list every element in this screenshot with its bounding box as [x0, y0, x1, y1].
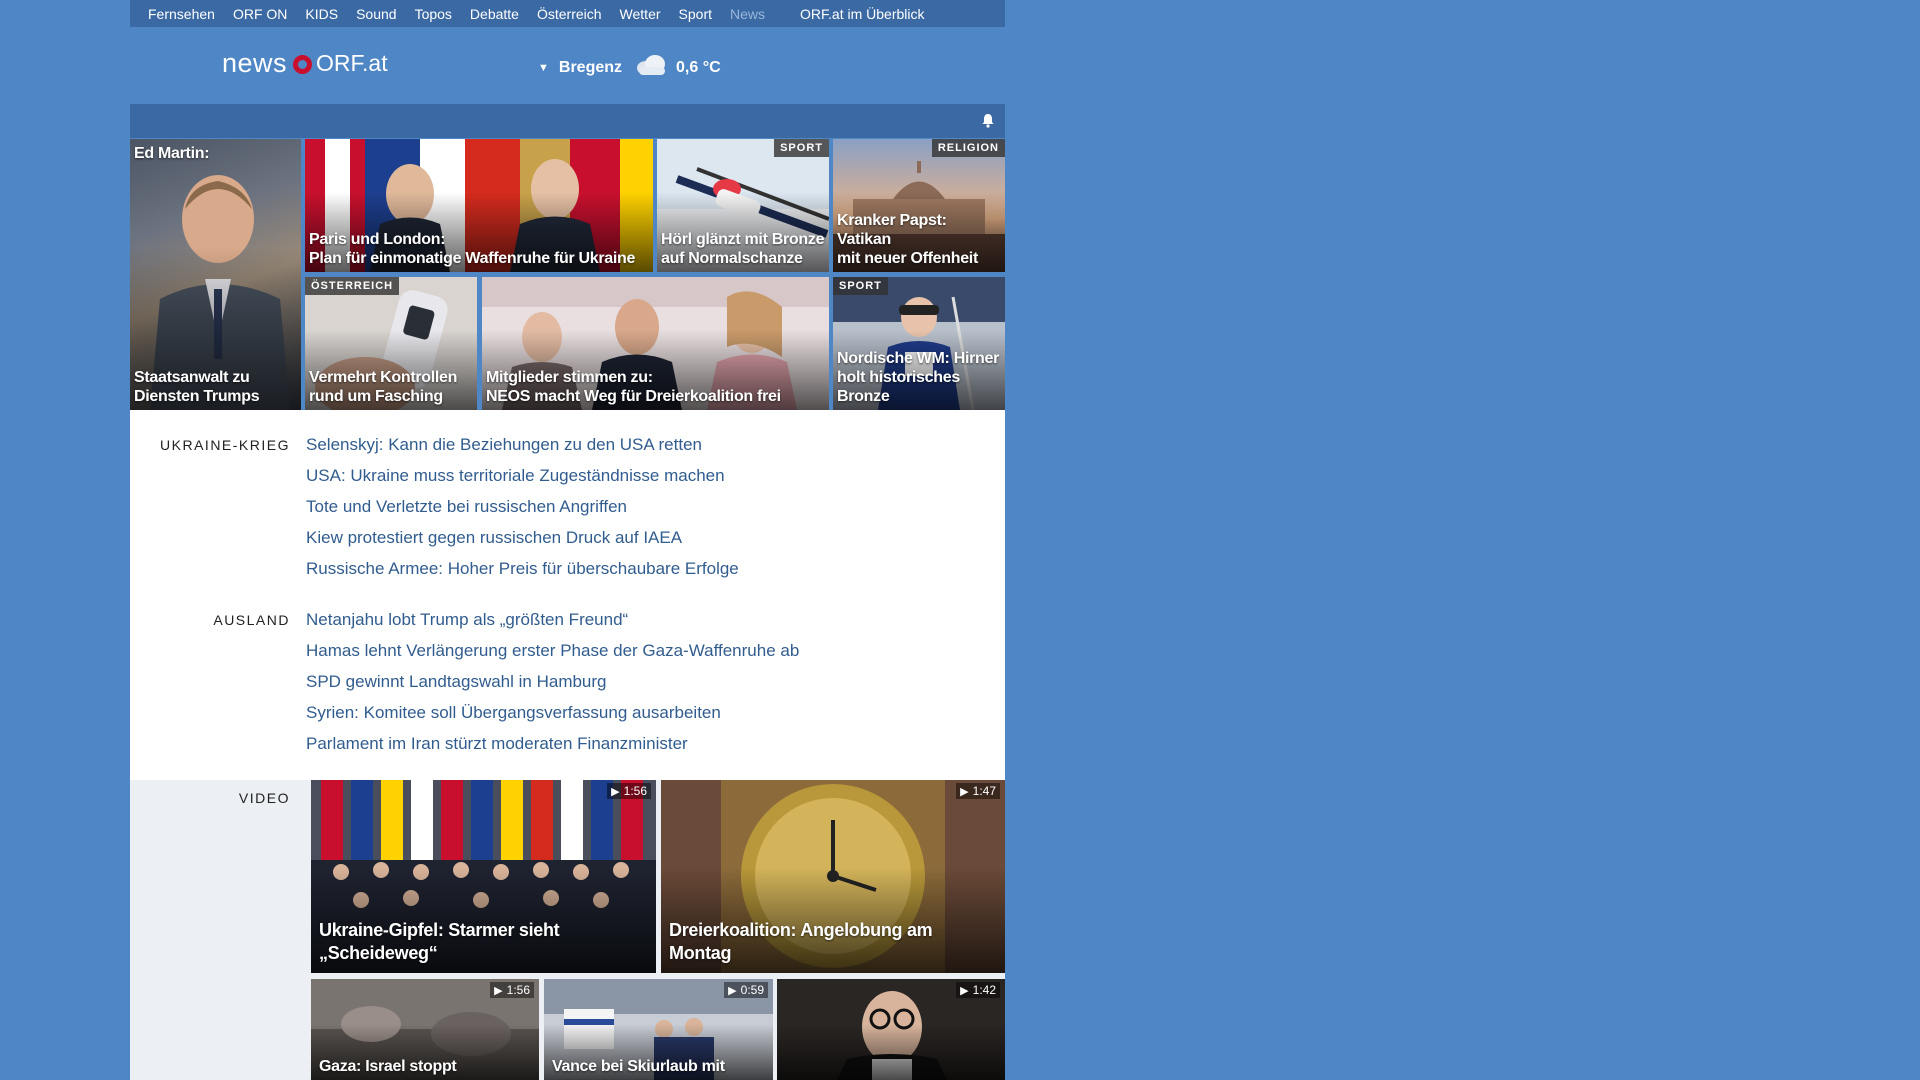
list-item: Hamas lehnt Verlängerung erster Phase de… [306, 641, 799, 672]
duration-text: 1:42 [972, 983, 996, 997]
story-tile-kontrollen[interactable]: ÖSTERREICH Vermehrt Kontrollen rund um F… [305, 277, 477, 410]
tile-caption: Mitglieder stimmen zu: NEOS macht Weg fü… [486, 369, 781, 405]
tile-caption: Staatsanwalt zu Diensten Trumps [134, 369, 260, 405]
play-icon: ▶ [728, 984, 737, 997]
headline-link[interactable]: Russische Armee: Hoher Preis für übersch… [306, 559, 739, 578]
video-tile-ukraine-gipfel[interactable]: ▶ 1:56 Ukraine-Gipfel: Starmer sieht „Sch… [311, 780, 656, 973]
nav-debatte[interactable]: Debatte [470, 6, 519, 22]
duration-text: 1:56 [506, 983, 530, 997]
video-tile-3[interactable]: ▶ 1:42 [777, 979, 1005, 1080]
nav-fernsehen[interactable]: Fernsehen [148, 6, 215, 22]
nav-sound[interactable]: Sound [356, 6, 396, 22]
headline-link[interactable]: Kiew protestiert gegen russischen Druck … [306, 528, 682, 547]
headline-link[interactable]: Netanjahu lobt Trump als „größten Freund… [306, 610, 628, 629]
headline-link[interactable]: USA: Ukraine muss territoriale Zugeständ… [306, 466, 725, 485]
video-duration: ▶ 1:56 [607, 783, 651, 799]
nav-orf-on[interactable]: ORF ON [233, 6, 287, 22]
list-item: Parlament im Iran stürzt moderaten Finan… [306, 734, 799, 765]
section-label: VIDEO [238, 790, 290, 806]
story-tile-hoerl[interactable]: SPORT Hörl glänzt mit Bronze auf Normals… [657, 139, 829, 272]
video-caption: Gaza: Israel stoppt [319, 1058, 457, 1075]
category-badge: RELIGION [931, 139, 1005, 157]
headline-link[interactable]: Syrien: Komitee soll Übergangsverfassung… [306, 703, 721, 722]
video-duration: ▶ 0:59 [724, 982, 768, 998]
nav-sport[interactable]: Sport [679, 6, 712, 22]
duration-text: 0:59 [740, 983, 764, 997]
tile-caption: Hörl glänzt mit Bronze auf Normalschanze [661, 231, 825, 267]
headlines-area: UKRAINE-KRIEG Selenskyj: Kann die Bezieh… [130, 410, 1005, 780]
nav-kids[interactable]: KIDS [305, 6, 338, 22]
section-label: UKRAINE-KRIEG [160, 437, 290, 453]
section-label: AUSLAND [213, 612, 290, 628]
nav-topos[interactable]: Topos [415, 6, 452, 22]
weather-temperature: 0,6 °C [676, 58, 721, 76]
logo-orf-text: ORF.at [316, 50, 388, 76]
headline-link[interactable]: Tote und Verletzte bei russischen Angrif… [306, 497, 627, 516]
bell-icon[interactable] [981, 113, 995, 133]
story-tile-hirner[interactable]: SPORT Nordische WM: Hirner holt historis… [833, 277, 1005, 410]
site-header: news ORF.at ▼ Bregenz 0,6 °C [130, 27, 1005, 104]
chevron-down-icon: ▼ [538, 61, 549, 74]
video-caption: Ukraine-Gipfel: Starmer sieht „Scheidewe… [319, 920, 560, 963]
top-navigation: Fernsehen ORF ON KIDS Sound Topos Debatt… [130, 0, 1005, 27]
headline-link[interactable]: SPD gewinnt Landtagswahl in Hamburg [306, 672, 607, 691]
video-duration: ▶ 1:56 [490, 982, 534, 998]
duration-text: 1:56 [623, 784, 647, 798]
notification-bar [130, 104, 1005, 138]
list-item: Kiew protestiert gegen russischen Druck … [306, 528, 739, 559]
news-orf-logo[interactable]: news ORF.at [222, 48, 388, 79]
nav-wetter[interactable]: Wetter [620, 6, 661, 22]
category-badge: SPORT [774, 139, 829, 157]
headline-list: Selenskyj: Kann die Beziehungen zu den U… [306, 435, 739, 590]
video-tile-vance[interactable]: ▶ 0:59 Vance bei Skiurlaub mit [544, 979, 773, 1080]
play-icon: ▶ [960, 984, 969, 997]
weather-location: Bregenz [558, 58, 623, 76]
list-item: USA: Ukraine muss territoriale Zugeständ… [306, 466, 739, 497]
nav-orf-overview[interactable]: ORF.at im Überblick [800, 6, 924, 22]
video-duration: ▶ 1:47 [956, 783, 1000, 799]
video-duration: ▶ 1:42 [956, 982, 1000, 998]
video-tile-dreierkoalition[interactable]: ▶ 1:47 Dreierkoalition: Angelobung am Mon… [661, 780, 1005, 973]
play-icon: ▶ [960, 785, 969, 798]
tile-caption-top: Ed Martin: [134, 145, 210, 162]
duration-text: 1:47 [972, 784, 996, 798]
story-tile-paris-london[interactable]: Paris und London: Plan für einmonatige W… [305, 139, 653, 272]
category-badge: SPORT [833, 277, 888, 295]
video-caption: Dreierkoalition: Angelobung am Montag [669, 920, 933, 963]
logo-news-text: news [222, 48, 288, 78]
orf-ring-icon [293, 55, 313, 74]
tile-caption: Nordische WM: Hirner holt historisches B… [837, 350, 1000, 405]
headline-list: Netanjahu lobt Trump als „größten Freund… [306, 610, 799, 765]
story-tile-neos[interactable]: Mitglieder stimmen zu: NEOS macht Weg fü… [482, 277, 829, 410]
list-item: Netanjahu lobt Trump als „größten Freund… [306, 610, 799, 641]
nav-oesterreich[interactable]: Österreich [537, 6, 602, 22]
headline-link[interactable]: Parlament im Iran stürzt moderaten Finan… [306, 734, 688, 753]
headline-link[interactable]: Hamas lehnt Verlängerung erster Phase de… [306, 641, 799, 660]
category-badge: ÖSTERREICH [305, 277, 400, 295]
tile-shade [777, 1024, 1005, 1080]
list-item: SPD gewinnt Landtagswahl in Hamburg [306, 672, 799, 703]
video-section: VIDEO ▶ 1:56 Ukraine-Gipfel: Starmer sie… [130, 780, 1005, 1080]
story-tile-ed-martin[interactable]: Ed Martin: Staatsanwalt zu Diensten Trum… [130, 139, 301, 410]
tile-caption: Kranker Papst: Vatikan mit neuer Offenhe… [837, 212, 978, 267]
play-icon: ▶ [611, 785, 620, 798]
headline-link[interactable]: Selenskyj: Kann die Beziehungen zu den U… [306, 435, 702, 454]
list-item: Tote und Verletzte bei russischen Angrif… [306, 497, 739, 528]
tile-caption: Vermehrt Kontrollen rund um Fasching [309, 369, 458, 405]
tile-caption: Paris und London: Plan für einmonatige W… [309, 231, 636, 267]
play-icon: ▶ [494, 984, 503, 997]
list-item: Syrien: Komitee soll Übergangsverfassung… [306, 703, 799, 734]
weather-widget[interactable]: ▼ Bregenz 0,6 °C [538, 54, 721, 81]
nav-news[interactable]: News [730, 6, 765, 22]
video-caption: Vance bei Skiurlaub mit [552, 1058, 725, 1075]
list-item: Selenskyj: Kann die Beziehungen zu den U… [306, 435, 739, 466]
list-item: Russische Armee: Hoher Preis für übersch… [306, 559, 739, 590]
cloud-icon [634, 54, 668, 81]
story-tile-papst[interactable]: RELIGION Kranker Papst: Vatikan mit neue… [833, 139, 1005, 272]
video-tile-gaza[interactable]: ▶ 1:56 Gaza: Israel stoppt [311, 979, 539, 1080]
